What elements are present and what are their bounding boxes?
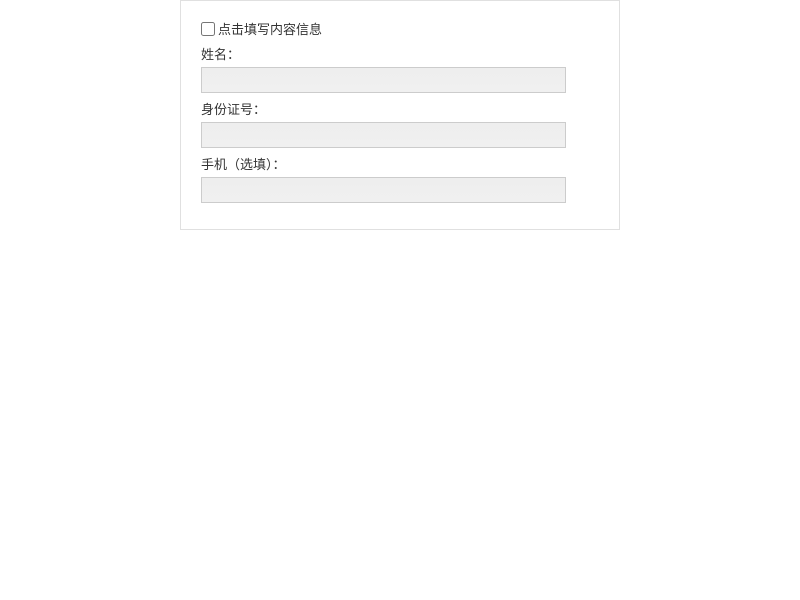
field-group-name: 姓名： [201, 44, 599, 93]
phone-label: 手机（选填）： [201, 154, 599, 173]
field-group-phone: 手机（选填）： [201, 154, 599, 203]
name-input[interactable] [201, 67, 566, 93]
fill-content-checkbox[interactable] [201, 22, 215, 36]
field-group-id: 身份证号： [201, 99, 599, 148]
phone-input[interactable] [201, 177, 566, 203]
form-container: 点击填写内容信息 姓名： 身份证号： 手机（选填）： [180, 0, 620, 230]
checkbox-row: 点击填写内容信息 [201, 19, 599, 38]
id-input[interactable] [201, 122, 566, 148]
checkbox-label: 点击填写内容信息 [218, 19, 322, 38]
name-label: 姓名： [201, 44, 599, 63]
id-label: 身份证号： [201, 99, 599, 118]
